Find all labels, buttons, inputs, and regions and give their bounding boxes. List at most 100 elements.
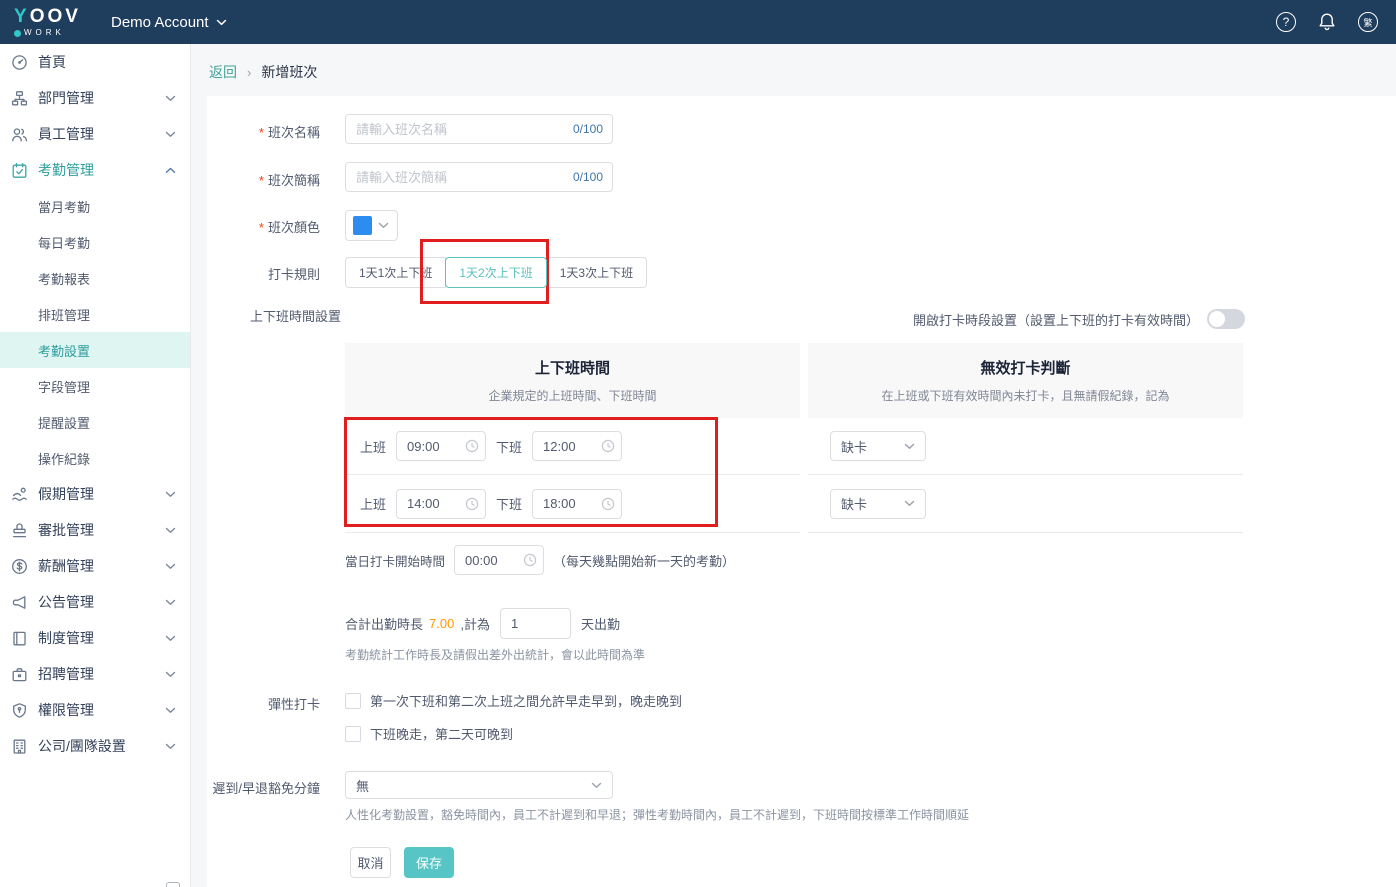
chevron-down-icon xyxy=(165,89,176,107)
cancel-button[interactable]: 取消 xyxy=(350,847,391,878)
shift-abbr-field[interactable]: 0/100 xyxy=(345,162,613,192)
logo-line2: WORK xyxy=(24,29,65,37)
flexible-checkbox-1[interactable] xyxy=(345,693,361,709)
sidebar-item-field-management[interactable]: 字段管理 xyxy=(0,368,190,404)
punch-rule-group: 1天1次上下班 1天2次上下班 1天3次上下班 xyxy=(345,257,647,288)
clock-out-label: 下班 xyxy=(496,494,522,513)
shift-color-label: 班次顏色 xyxy=(200,217,320,236)
sidebar-partial-icon xyxy=(166,882,180,887)
sidebar-item-shift-management[interactable]: 排班管理 xyxy=(0,296,190,332)
invalid-row-2: 缺卡 xyxy=(808,475,1243,533)
clock-out-time-field-2[interactable] xyxy=(532,489,622,519)
chevron-down-icon xyxy=(904,443,915,450)
app-window: YOOV WORK Demo Account ? 繁 首頁 xyxy=(0,0,1396,887)
shift-name-input[interactable] xyxy=(346,115,573,143)
shift-color-select[interactable] xyxy=(345,210,398,241)
punch-rule-option-3[interactable]: 1天3次上下班 xyxy=(546,257,647,288)
flexible-option-1: 第一次下班和第二次上班之間允許早走早到，晚走晚到 xyxy=(345,691,682,710)
chevron-down-icon xyxy=(165,521,176,539)
grace-minutes-label: 遲到/早退豁免分鐘 xyxy=(180,778,320,797)
sidebar-item-company-settings[interactable]: 公司/團隊設置 xyxy=(0,728,190,764)
invalid-punch-select-1[interactable]: 缺卡 xyxy=(830,431,926,461)
dollar-icon xyxy=(11,558,28,575)
people-icon xyxy=(11,126,28,143)
sidebar-item-announcement[interactable]: 公告管理 xyxy=(0,584,190,620)
sidebar-item-permissions[interactable]: 權限管理 xyxy=(0,692,190,728)
logo-line1: OOV xyxy=(30,6,81,27)
sidebar-item-approval[interactable]: 審批管理 xyxy=(0,512,190,548)
home-icon xyxy=(11,54,28,71)
clock-in-time-field-2[interactable] xyxy=(396,489,486,519)
work-time-column: 上下班時間 企業規定的上班時間、下班時間 上班 下班 上班 下班 xyxy=(345,343,800,533)
sidebar-item-recruitment[interactable]: 招聘管理 xyxy=(0,656,190,692)
total-hours-suffix: 天出勤 xyxy=(581,614,620,633)
help-icon[interactable]: ? xyxy=(1276,12,1296,32)
account-switcher[interactable]: Demo Account xyxy=(111,14,227,31)
sidebar-item-label: 公告管理 xyxy=(38,592,94,612)
invalid-punch-subtitle: 在上班或下班有效時間內未打卡，且無請假紀錄，記為 xyxy=(881,387,1169,404)
sidebar-item-payroll[interactable]: 薪酬管理 xyxy=(0,548,190,584)
punch-rule-option-1[interactable]: 1天1次上下班 xyxy=(345,257,446,288)
sidebar-item-daily-attendance[interactable]: 每日考勤 xyxy=(0,224,190,260)
chevron-up-icon xyxy=(165,161,176,179)
total-hours-helper: 考勤統計工作時長及請假出差外出統計，會以此時間為準 xyxy=(345,646,645,663)
days-count-field[interactable] xyxy=(500,608,571,639)
breadcrumb-separator: › xyxy=(247,65,251,80)
clock-icon xyxy=(523,553,537,567)
sidebar-item-policy[interactable]: 制度管理 xyxy=(0,620,190,656)
sidebar-item-attendance-report[interactable]: 考勤報表 xyxy=(0,260,190,296)
clock-in-time-field-1[interactable] xyxy=(396,431,486,461)
sidebar-item-label: 假期管理 xyxy=(38,484,94,504)
day-start-field[interactable] xyxy=(454,545,544,575)
sidebar-item-attendance-settings[interactable]: 考勤設置 xyxy=(0,332,190,368)
shift-abbr-input[interactable] xyxy=(346,163,573,191)
sidebar-item-month-attendance[interactable]: 當月考勤 xyxy=(0,188,190,224)
clock-icon xyxy=(601,439,615,453)
building-icon xyxy=(11,738,28,755)
shift-name-field[interactable]: 0/100 xyxy=(345,114,613,144)
invalid-row-1: 缺卡 xyxy=(808,418,1243,475)
sidebar-item-label: 審批管理 xyxy=(38,520,94,540)
sidebar-item-home[interactable]: 首頁 xyxy=(0,44,190,80)
color-swatch xyxy=(353,216,372,235)
work-time-section-label: 上下班時間設置 xyxy=(250,306,341,325)
clock-icon xyxy=(465,439,479,453)
shield-icon xyxy=(11,702,28,719)
sidebar-item-employee[interactable]: 員工管理 xyxy=(0,116,190,152)
invalid-punch-title: 無效打卡判斷 xyxy=(980,357,1070,378)
shift-name-label: 班次名稱 xyxy=(200,122,320,141)
sidebar-nav: 首頁 部門管理 員工管理 考勤管理 當月考勤 每日考勤 考勤報表 排班管理 考勤… xyxy=(0,44,191,887)
sidebar-item-attendance[interactable]: 考勤管理 xyxy=(0,152,190,188)
briefcase-icon xyxy=(11,666,28,683)
invalid-punch-select-2[interactable]: 缺卡 xyxy=(830,489,926,519)
invalid-punch-column: 無效打卡判斷 在上班或下班有效時間內未打卡，且無請假紀錄，記為 缺卡 缺卡 xyxy=(808,343,1243,533)
chevron-down-icon xyxy=(378,222,389,229)
sidebar-item-operation-log[interactable]: 操作紀錄 xyxy=(0,440,190,476)
total-hours-prefix: 合計出勤時長 xyxy=(345,614,423,633)
sidebar-item-label: 權限管理 xyxy=(38,700,94,720)
sidebar-item-department[interactable]: 部門管理 xyxy=(0,80,190,116)
grace-minutes-helper: 人性化考勤設置，豁免時間內，員工不計遲到和早退；彈性考勤時間內，員工不計遲到，下… xyxy=(345,806,969,823)
punch-period-toggle[interactable] xyxy=(1207,309,1245,329)
sidebar-item-reminder-settings[interactable]: 提醒設置 xyxy=(0,404,190,440)
flexible-checkbox-2[interactable] xyxy=(345,726,361,742)
sidebar-item-leave[interactable]: 假期管理 xyxy=(0,476,190,512)
sidebar-item-label: 薪酬管理 xyxy=(38,556,94,576)
vacation-icon xyxy=(11,486,28,503)
punch-rule-option-2-selected[interactable]: 1天2次上下班 xyxy=(445,257,546,288)
chevron-down-icon xyxy=(165,485,176,503)
save-button[interactable]: 保存 xyxy=(404,847,454,878)
clock-out-time-field-1[interactable] xyxy=(532,431,622,461)
shift-abbr-counter: 0/100 xyxy=(573,170,612,184)
time-row-2: 上班 下班 xyxy=(345,475,800,533)
language-switch-icon[interactable]: 繁 xyxy=(1358,12,1378,32)
grace-minutes-select[interactable]: 無 xyxy=(345,771,613,799)
back-link[interactable]: 返回 xyxy=(209,62,237,82)
book-icon xyxy=(11,630,28,647)
shift-abbr-label: 班次簡稱 xyxy=(200,170,320,189)
chevron-down-icon xyxy=(165,629,176,647)
sidebar-item-label: 考勤管理 xyxy=(38,160,94,180)
org-chart-icon xyxy=(11,90,28,107)
page-title: 新增班次 xyxy=(261,62,317,82)
notification-bell-icon[interactable] xyxy=(1318,12,1336,32)
